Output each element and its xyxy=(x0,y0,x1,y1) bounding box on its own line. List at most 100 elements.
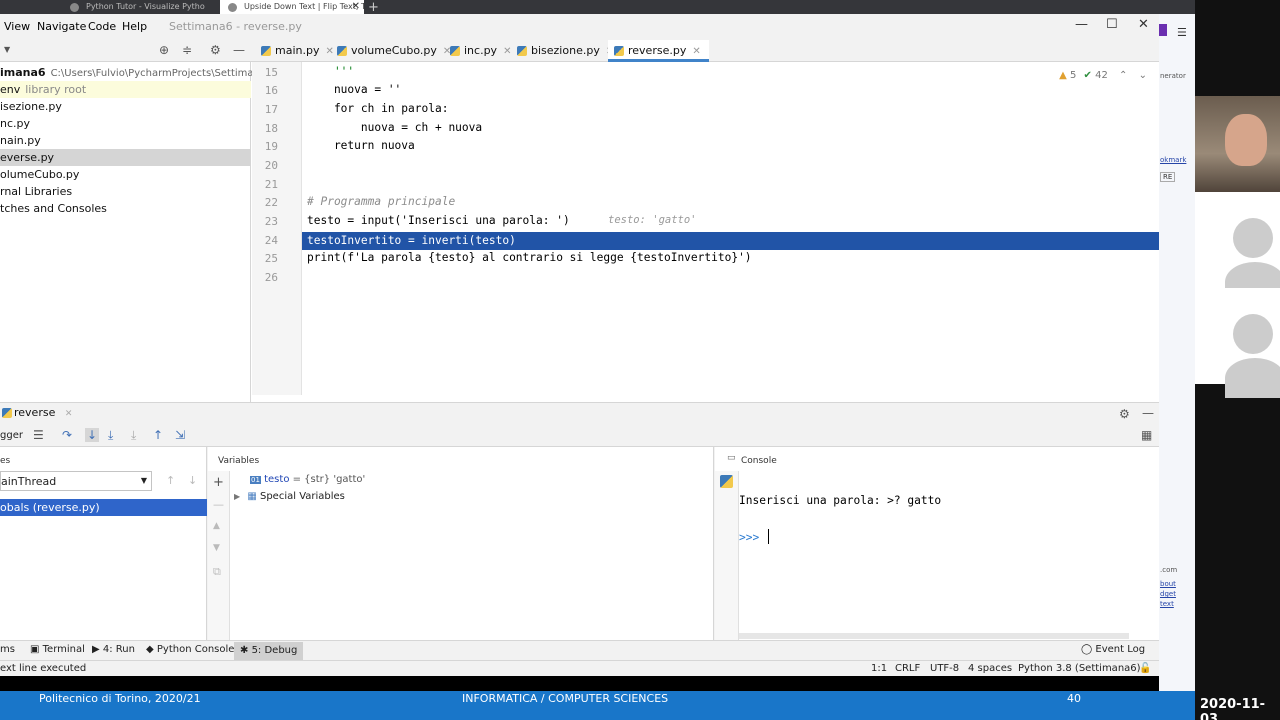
step-into-my-code-icon[interactable]: ⤓ xyxy=(108,428,113,443)
menu-icon[interactable]: ☰ xyxy=(33,428,44,442)
tab-reverse-py[interactable]: reverse.py ✕ xyxy=(608,40,709,62)
step-out-icon[interactable]: ↑ xyxy=(153,428,163,442)
line-number: 23 xyxy=(264,215,278,228)
console-output: Inserisci una parola: >? gatto xyxy=(739,494,942,507)
inline-value-hint: testo: 'gatto' xyxy=(608,214,697,226)
new-tab-button[interactable]: + xyxy=(368,0,379,15)
inspection-widget[interactable]: ▲ 5 ✔ 42 ⌃ ⌄ xyxy=(1059,70,1147,81)
gear-icon[interactable]: ⚙ xyxy=(1119,407,1130,421)
code-editor[interactable]: 15 16 17 18 19 20 21 22 23 24 25 26 ''' … xyxy=(252,62,1159,395)
menu-icon[interactable]: ☰ xyxy=(1177,26,1187,39)
maximize-icon[interactable]: ☐ xyxy=(1106,17,1118,32)
close-window-icon[interactable]: ✕ xyxy=(1138,17,1149,32)
thread-select[interactable]: ainThread ▼ xyxy=(0,471,152,491)
participant-placeholder xyxy=(1195,288,1280,398)
line-separator[interactable]: CRLF xyxy=(895,663,920,674)
copy-icon[interactable]: ⧉ xyxy=(213,565,221,579)
tool-tab-python-console[interactable]: ◆ Python Console xyxy=(146,644,234,655)
chevron-down-icon[interactable]: ▼ xyxy=(4,45,10,54)
debug-session-tab[interactable]: reverse ✕ xyxy=(0,406,72,419)
lock-icon[interactable]: 🔓 xyxy=(1139,663,1151,674)
arrow-up-icon[interactable]: ↑ xyxy=(166,474,175,487)
close-icon[interactable]: ✕ xyxy=(352,1,360,12)
tree-item-scratches[interactable]: tches and Consoles xyxy=(0,200,251,217)
variable-row[interactable]: 01 testo = {str} 'gatto' xyxy=(250,474,365,485)
tree-item-main[interactable]: nain.py xyxy=(0,132,251,149)
python-console-icon[interactable] xyxy=(720,475,733,488)
arrow-down-icon[interactable]: ↓ xyxy=(188,474,197,487)
line-number: 22 xyxy=(264,196,278,209)
tool-tab-debug[interactable]: ✱ 5: Debug xyxy=(234,642,304,660)
tool-tab-run[interactable]: ▶ 4: Run xyxy=(92,644,135,655)
code-line-18: nuova = ch + nuova xyxy=(307,121,483,134)
layout-icon[interactable]: ▦ xyxy=(1141,428,1152,442)
interpreter-selector[interactable]: Python 3.8 (Settimana6) xyxy=(1018,663,1141,674)
tree-item-inc[interactable]: nc.py xyxy=(0,115,251,132)
move-down-icon[interactable]: ▼ xyxy=(213,543,220,553)
file-encoding[interactable]: UTF-8 xyxy=(930,663,959,674)
extension-icon xyxy=(1159,24,1167,36)
tab-bisezione-py[interactable]: bisezione.py✕ xyxy=(511,40,622,62)
close-icon[interactable]: ✕ xyxy=(65,409,73,419)
add-icon[interactable]: + xyxy=(213,475,224,490)
terminal-icon: ▣ xyxy=(30,644,43,655)
hide-icon[interactable]: — xyxy=(1142,406,1154,420)
move-up-icon[interactable]: ▲ xyxy=(213,521,220,531)
tree-item-volumecubo[interactable]: olumeCubo.py xyxy=(0,166,251,183)
chevron-right-icon[interactable]: ▶ xyxy=(234,492,240,501)
indent-setting[interactable]: 4 spaces xyxy=(968,663,1012,674)
run-to-cursor-icon[interactable]: ⇲ xyxy=(175,428,185,442)
hide-icon[interactable]: — xyxy=(233,43,245,57)
bg-link[interactable]: okmark xyxy=(1160,156,1186,164)
step-into-icon[interactable]: ↓ xyxy=(85,428,100,442)
chevron-up-icon[interactable]: ⌃ xyxy=(1119,70,1127,81)
line-number: 18 xyxy=(264,122,278,135)
menu-navigate[interactable]: Navigate xyxy=(37,20,86,33)
frame-item[interactable]: obals (reverse.py) xyxy=(0,499,207,516)
variable-group-row[interactable]: ▶ ▦ Special Variables xyxy=(234,491,345,502)
menu-view[interactable]: View xyxy=(4,20,30,33)
force-step-into-icon[interactable]: ⤓ xyxy=(131,428,136,443)
console-prompt[interactable]: >>> xyxy=(739,531,766,544)
menu-help[interactable]: Help xyxy=(122,20,147,33)
bg-button[interactable]: RE xyxy=(1160,172,1176,182)
variables-panel: Variables + — ▲ ▼ ⧉ 01 testo = {str} 'ga… xyxy=(208,447,714,641)
bg-link[interactable]: text xyxy=(1160,600,1174,608)
tree-item-root[interactable]: imana6 C:\Users\Fulvio\PycharmProjects\Se… xyxy=(0,64,272,81)
gear-icon[interactable]: ⚙ xyxy=(210,43,221,57)
text-cursor xyxy=(768,529,769,544)
bg-link[interactable]: bout xyxy=(1160,580,1176,588)
code-line-22: # Programma principale xyxy=(307,195,456,208)
line-number-gutter[interactable]: 15 16 17 18 19 20 21 22 23 24 25 26 xyxy=(252,62,302,395)
python-console-icon: ◆ xyxy=(146,644,157,655)
tool-tab-problems[interactable]: ms xyxy=(0,644,15,655)
chevron-down-icon: ▼ xyxy=(140,476,147,485)
tool-tab-terminal[interactable]: ▣ Terminal xyxy=(30,644,85,655)
minimize-icon[interactable]: — xyxy=(1075,17,1088,32)
play-icon: ▶ xyxy=(92,644,103,655)
remove-icon[interactable]: — xyxy=(213,498,224,511)
caret-position[interactable]: 1:1 xyxy=(871,663,887,674)
tree-item-venv[interactable]: env library root xyxy=(0,81,251,98)
tree-item-reverse[interactable]: everse.py xyxy=(0,149,251,166)
python-file-icon xyxy=(517,46,527,56)
tab-volumecubo-py[interactable]: volumeCubo.py ✕ xyxy=(331,40,459,62)
tab-inc-py[interactable]: inc.py ✕ xyxy=(444,40,519,62)
locate-icon[interactable]: ⊕ xyxy=(159,43,169,57)
tab-main-py[interactable]: main.py ✕ xyxy=(255,40,342,62)
horizontal-scrollbar[interactable] xyxy=(739,633,1129,639)
console-panel[interactable]: ▭ Console Inserisci una parola: >? gatto… xyxy=(715,447,1159,641)
close-icon[interactable]: ✕ xyxy=(692,46,700,57)
project-tree: imana6 C:\Users\Fulvio\PycharmProjects\Se… xyxy=(0,62,272,402)
menu-code[interactable]: Code xyxy=(88,20,116,33)
collapse-icon[interactable]: ≑ xyxy=(182,43,192,57)
tree-item-bisezione[interactable]: isezione.py xyxy=(0,98,251,115)
event-log-icon: ◯ xyxy=(1081,644,1096,655)
bg-link[interactable]: dget xyxy=(1160,590,1176,598)
step-over-icon[interactable]: ↷ xyxy=(62,428,72,442)
line-number: 20 xyxy=(264,159,278,172)
chevron-down-icon[interactable]: ⌄ xyxy=(1139,70,1147,81)
code-line-23: testo = input('Inserisci una parola: ') xyxy=(307,214,570,227)
tree-item-external-libraries[interactable]: rnal Libraries xyxy=(0,183,251,200)
tool-tab-event-log[interactable]: ◯ Event Log xyxy=(1081,644,1145,655)
